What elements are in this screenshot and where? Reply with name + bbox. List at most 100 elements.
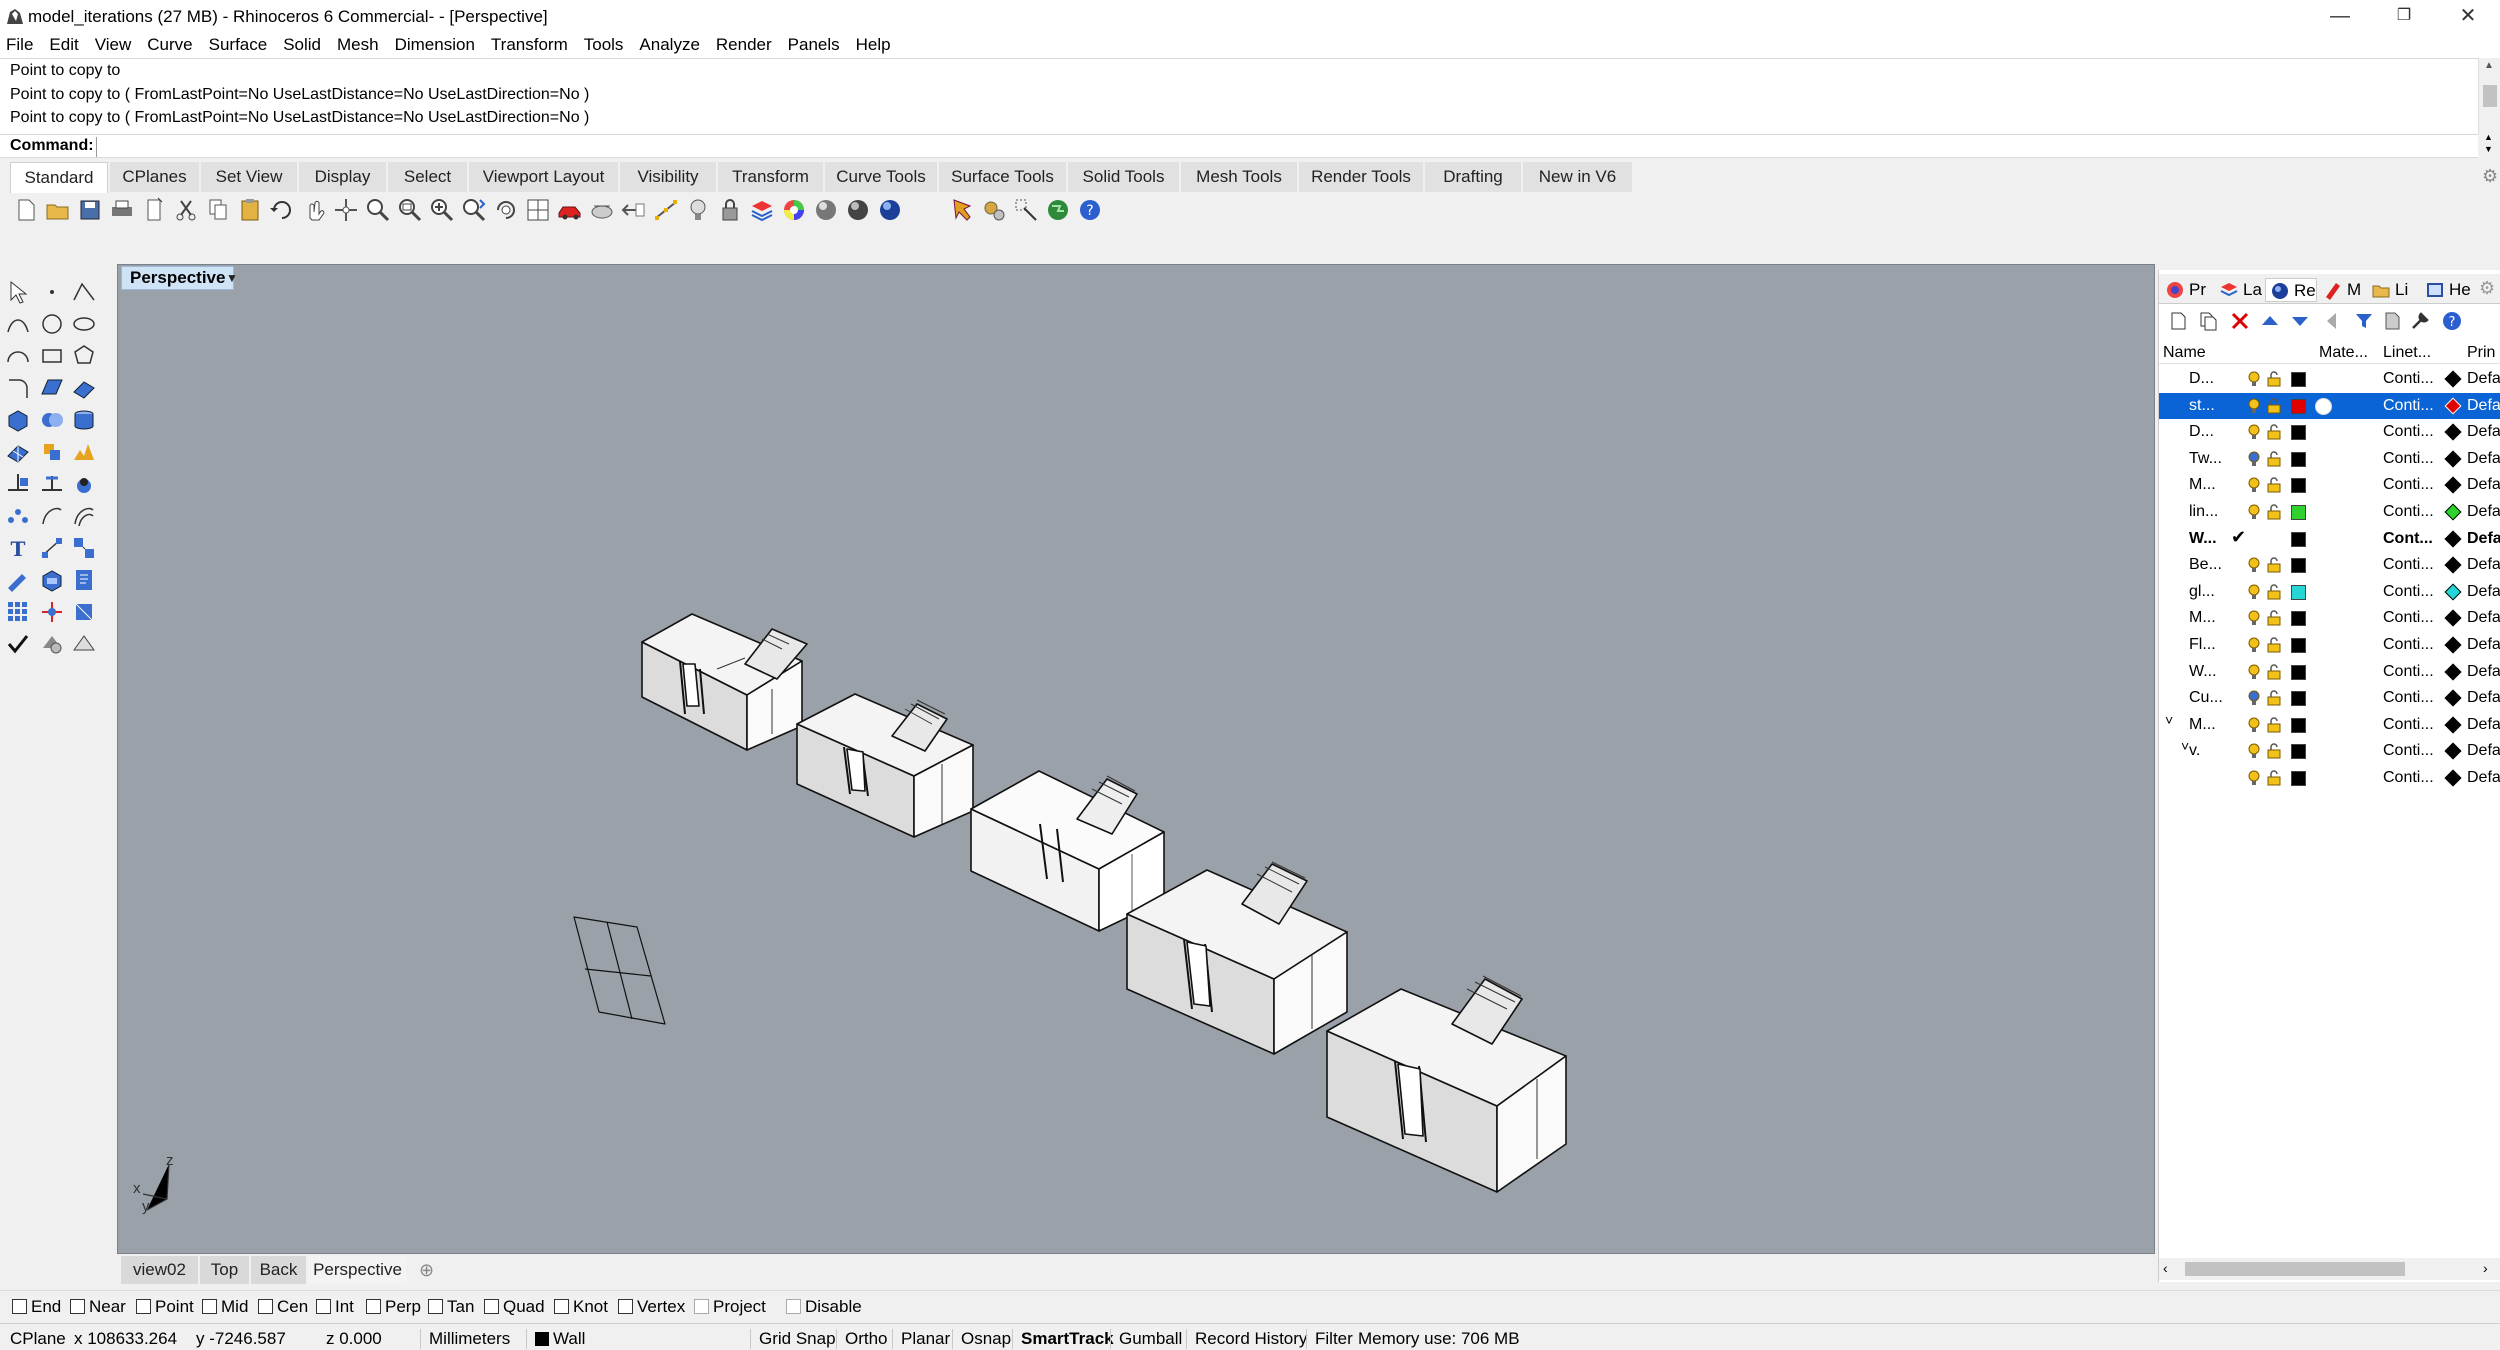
print-color-diamond-icon[interactable] bbox=[2444, 556, 2462, 574]
layer-name[interactable]: M... bbox=[2189, 609, 2216, 627]
layer-print-width[interactable]: Defa bbox=[2467, 423, 2500, 441]
layer-print-width[interactable]: Defa bbox=[2467, 689, 2500, 707]
checkbox[interactable] bbox=[366, 1299, 381, 1314]
open-file-icon[interactable] bbox=[44, 196, 72, 224]
layer-print-width[interactable]: Defa bbox=[2467, 636, 2500, 654]
layer-linetype[interactable]: Conti... bbox=[2383, 769, 2434, 787]
osnap-mid[interactable]: Mid bbox=[202, 1297, 248, 1317]
layer-row[interactable]: M... Conti... Defa bbox=[2159, 472, 2500, 499]
move-up-icon[interactable] bbox=[2259, 310, 2281, 332]
layer-linetype[interactable]: Conti... bbox=[2383, 636, 2434, 654]
model-iteration-1[interactable] bbox=[641, 613, 808, 751]
checkbox[interactable] bbox=[12, 1299, 27, 1314]
minimize-button[interactable]: — bbox=[2308, 0, 2372, 34]
menu-dimension[interactable]: Dimension bbox=[387, 32, 483, 55]
layer-row[interactable]: lin... Conti... Defa bbox=[2159, 499, 2500, 526]
osnap-knot[interactable]: Knot bbox=[554, 1297, 608, 1317]
layer-print-width[interactable]: Defa bbox=[2467, 370, 2500, 388]
trim-icon[interactable] bbox=[38, 470, 66, 498]
layer-color-swatch[interactable] bbox=[2291, 584, 2306, 600]
undo-view-icon[interactable] bbox=[492, 196, 520, 224]
layer-row[interactable]: D... Conti... Defa bbox=[2159, 419, 2500, 446]
layer-color-swatch[interactable] bbox=[2291, 744, 2306, 760]
layer-linetype[interactable]: Conti... bbox=[2383, 583, 2434, 601]
tab-standard[interactable]: Standard bbox=[10, 162, 108, 193]
layer-name[interactable]: Be... bbox=[2189, 556, 2222, 574]
light-bulb-icon[interactable] bbox=[2248, 557, 2260, 573]
gumball-icon[interactable] bbox=[38, 598, 66, 626]
named-views-icon[interactable] bbox=[620, 196, 648, 224]
status-cplane[interactable]: CPlane bbox=[10, 1329, 66, 1349]
unlocked-padlock-icon[interactable] bbox=[2267, 637, 2281, 653]
unlocked-padlock-icon[interactable] bbox=[2267, 663, 2281, 680]
status-smarttrack[interactable]: SmartTrack bbox=[1012, 1329, 1114, 1349]
model-iteration-3[interactable] bbox=[970, 770, 1165, 932]
layer-color-swatch[interactable] bbox=[2291, 558, 2306, 574]
menu-help[interactable]: Help bbox=[848, 32, 899, 55]
layer-color-swatch[interactable] bbox=[2291, 398, 2306, 414]
surface-icon[interactable] bbox=[38, 374, 66, 402]
scroll-thumb[interactable] bbox=[2185, 1262, 2405, 1276]
array-icon[interactable] bbox=[70, 438, 98, 466]
grid-icon[interactable] bbox=[4, 598, 32, 626]
layer-row[interactable]: ˅ M... Conti... Defa bbox=[2159, 712, 2500, 739]
layer-name[interactable]: v. bbox=[2189, 742, 2200, 760]
zoom-icon[interactable] bbox=[364, 196, 392, 224]
menu-transform[interactable]: Transform bbox=[483, 32, 576, 55]
tools-icon[interactable] bbox=[2409, 310, 2431, 332]
viewport-title[interactable]: Perspective bbox=[121, 266, 235, 290]
layer-print-width[interactable]: Defa bbox=[2467, 503, 2500, 521]
print-color-diamond-icon[interactable] bbox=[2444, 503, 2462, 521]
command-spinner[interactable]: ▲ ▼ bbox=[2478, 132, 2500, 158]
tab-display[interactable]: Display bbox=[299, 162, 387, 192]
light-bulb-icon[interactable] bbox=[2248, 610, 2260, 626]
status-filter[interactable]: Filter bbox=[1306, 1329, 1353, 1349]
light-bulb-icon[interactable] bbox=[2248, 398, 2260, 414]
layer-name[interactable]: Tw... bbox=[2189, 450, 2222, 468]
render-icon[interactable] bbox=[876, 196, 904, 224]
tab-curve-tools[interactable]: Curve Tools bbox=[825, 162, 938, 192]
arc-icon[interactable] bbox=[4, 342, 32, 370]
checkbox[interactable] bbox=[258, 1299, 273, 1314]
layer-linetype[interactable]: Conti... bbox=[2383, 716, 2434, 734]
layer-print-width[interactable]: Defa bbox=[2467, 716, 2500, 734]
menu-curve[interactable]: Curve bbox=[139, 32, 200, 55]
help-icon[interactable]: ? bbox=[1076, 196, 1104, 224]
print-color-diamond-icon[interactable] bbox=[2444, 450, 2462, 468]
light-bulb-icon[interactable] bbox=[2248, 584, 2260, 600]
history-scrollbar[interactable]: ▲ bbox=[2478, 58, 2500, 134]
checkbox[interactable] bbox=[786, 1299, 801, 1314]
ellipse-icon[interactable] bbox=[70, 310, 98, 338]
status-record-history[interactable]: Record History bbox=[1186, 1329, 1307, 1349]
viewport-tab-view02[interactable]: view02 bbox=[121, 1256, 199, 1284]
print-color-diamond-icon[interactable] bbox=[2444, 716, 2462, 734]
print-color-diamond-icon[interactable] bbox=[2444, 476, 2462, 494]
light-bulb-icon[interactable] bbox=[2248, 770, 2260, 786]
select-arrow-icon[interactable] bbox=[4, 278, 32, 306]
layer-color-swatch[interactable] bbox=[2291, 478, 2306, 494]
layer-linetype[interactable]: Conti... bbox=[2383, 689, 2434, 707]
layer-row[interactable]: ˅ v. Conti... Defa bbox=[2159, 738, 2500, 765]
light-bulb-icon[interactable] bbox=[2248, 424, 2260, 440]
viewport-tab-top[interactable]: Top bbox=[200, 1256, 250, 1284]
move-down-icon[interactable] bbox=[2289, 310, 2311, 332]
tab-surface-tools[interactable]: Surface Tools bbox=[939, 162, 1067, 192]
undo-icon[interactable] bbox=[268, 196, 296, 224]
layer-row[interactable]: st... Conti... Defa bbox=[2159, 392, 2500, 420]
layer-print-width[interactable]: Defa bbox=[2467, 742, 2500, 760]
move-left-icon[interactable] bbox=[2321, 310, 2343, 332]
layer-row[interactable]: Tw... Conti... Defa bbox=[2159, 446, 2500, 473]
layer-linetype[interactable]: Conti... bbox=[2383, 742, 2434, 760]
layer-row[interactable]: W... ✔ Cont... Defa bbox=[2159, 526, 2500, 553]
print-color-diamond-icon[interactable] bbox=[2444, 636, 2462, 654]
osnap-perp[interactable]: Perp bbox=[366, 1297, 421, 1317]
tab-transform[interactable]: Transform bbox=[718, 162, 824, 192]
point-icon[interactable] bbox=[38, 278, 66, 306]
layer-name[interactable]: Cu... bbox=[2189, 689, 2223, 707]
layer-linetype[interactable]: Conti... bbox=[2383, 609, 2434, 627]
text-icon[interactable]: T bbox=[4, 534, 32, 562]
rotate-view-icon[interactable] bbox=[332, 196, 360, 224]
grid-snap-tool-icon[interactable] bbox=[1012, 196, 1040, 224]
material-icon[interactable] bbox=[38, 630, 66, 658]
save-icon[interactable] bbox=[76, 196, 104, 224]
